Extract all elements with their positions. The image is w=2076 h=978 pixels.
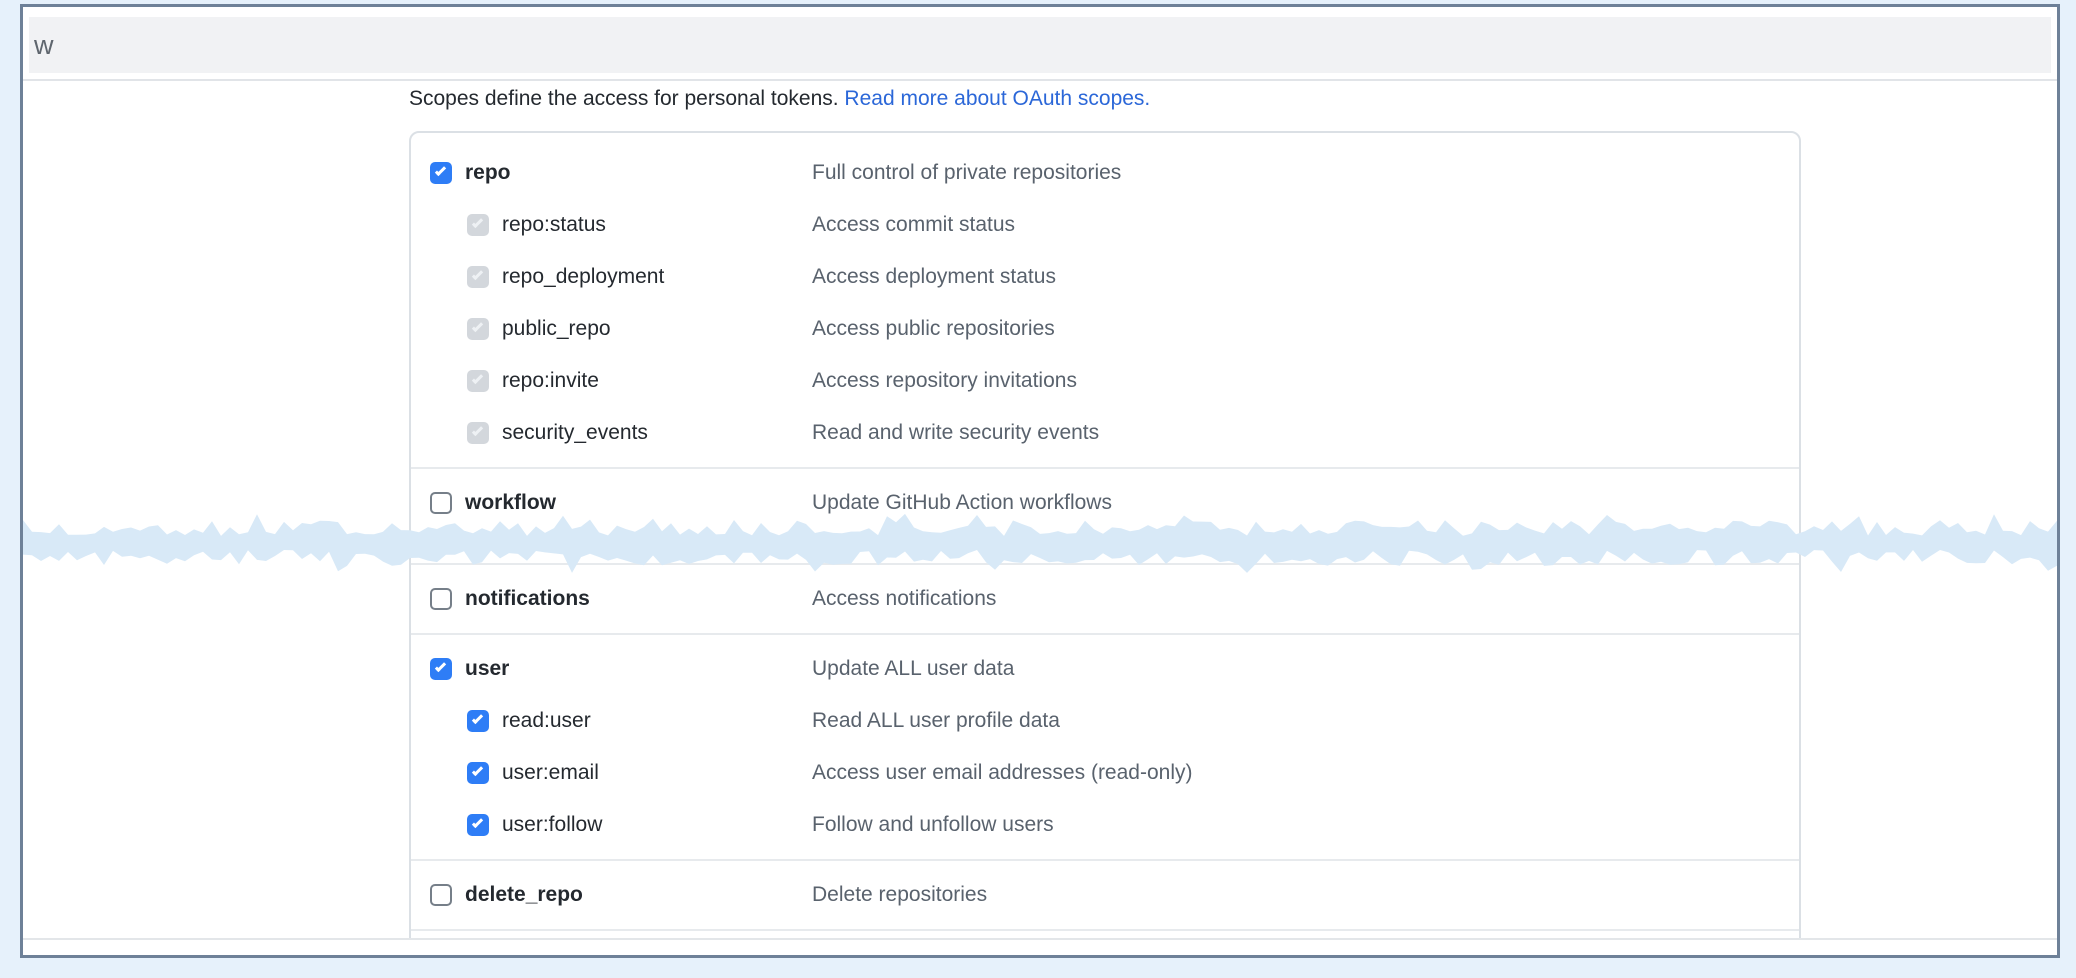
repo:invite-checkbox xyxy=(467,370,489,392)
scope-label[interactable]: repo:invite xyxy=(502,369,599,393)
repo_deployment-checkbox xyxy=(467,266,489,288)
scope-row-left: user:email xyxy=(411,761,812,785)
check-icon xyxy=(472,765,483,776)
scope-row: repo:status Access commit status xyxy=(411,199,1799,251)
scope-row-left: repo xyxy=(411,161,812,185)
scope-row-left: read:user xyxy=(411,709,812,733)
scope-label[interactable]: public_repo xyxy=(502,317,611,341)
check-icon xyxy=(435,165,446,176)
scope-description: Full control of private repositories xyxy=(812,161,1121,185)
scope-row-left: security_events xyxy=(411,421,812,445)
scope-description: Follow and unfollow users xyxy=(812,813,1054,837)
check-icon xyxy=(435,661,446,672)
scope-section: delete_repo Delete repositories xyxy=(411,859,1799,929)
scope-label[interactable]: delete_repo xyxy=(465,883,583,907)
scope-row: read:user Read ALL user profile data xyxy=(411,695,1799,747)
torn-gap xyxy=(411,537,1799,563)
scope-row: workflow Update GitHub Action workflows xyxy=(411,477,1799,529)
scopes-box: repo Full control of private repositorie… xyxy=(409,131,1801,938)
scope-label[interactable]: repo:status xyxy=(502,213,606,237)
scope-row-left: user xyxy=(411,657,812,681)
scope-label[interactable]: security_events xyxy=(502,421,648,445)
scope-description: Update GitHub Action workflows xyxy=(812,491,1112,515)
scope-description: Access notifications xyxy=(812,587,996,611)
scope-row: user Update ALL user data xyxy=(411,643,1799,695)
workflow-checkbox[interactable] xyxy=(430,492,452,514)
page: w Scopes define the access for personal … xyxy=(23,7,2057,955)
check-icon xyxy=(472,817,483,828)
page-content: w Scopes define the access for personal … xyxy=(23,7,2057,938)
check-icon xyxy=(472,373,483,384)
scope-label[interactable]: repo xyxy=(465,161,511,185)
user-checkbox[interactable] xyxy=(430,658,452,680)
scope-row-left: public_repo xyxy=(411,317,812,341)
scope-row: repo Full control of private repositorie… xyxy=(411,147,1799,199)
scope-section: user Update ALL user data read:user Read… xyxy=(411,633,1799,859)
scope-description: Access public repositories xyxy=(812,317,1055,341)
scope-row-left: notifications xyxy=(411,587,812,611)
public_repo-checkbox xyxy=(467,318,489,340)
scope-row-left: repo:status xyxy=(411,213,812,237)
user:email-checkbox[interactable] xyxy=(467,762,489,784)
delete_repo-checkbox[interactable] xyxy=(430,884,452,906)
scope-row: repo:invite Access repository invitation… xyxy=(411,355,1799,407)
scope-description: Access user email addresses (read-only) xyxy=(812,761,1192,785)
header-divider xyxy=(23,79,2057,81)
scope-row-left: user:follow xyxy=(411,813,812,837)
check-icon xyxy=(472,321,483,332)
header-title: w xyxy=(34,30,54,60)
scope-row-left: repo:invite xyxy=(411,369,812,393)
scope-label[interactable]: user:follow xyxy=(502,813,602,837)
scope-label[interactable]: user:email xyxy=(502,761,599,785)
scope-row: delete_repo Delete repositories xyxy=(411,869,1799,921)
security_events-checkbox xyxy=(467,422,489,444)
header-bar: w xyxy=(29,17,2051,73)
scope-description: Read and write security events xyxy=(812,421,1099,445)
scope-description: Delete repositories xyxy=(812,883,987,907)
scope-row: user:follow Follow and unfollow users xyxy=(411,799,1799,851)
scope-row-left: workflow xyxy=(411,491,812,515)
scope-description: Access commit status xyxy=(812,213,1015,237)
notifications-checkbox[interactable] xyxy=(430,588,452,610)
scope-row: notifications Access notifications xyxy=(411,573,1799,625)
check-icon xyxy=(472,269,483,280)
scope-label[interactable]: workflow xyxy=(465,491,556,515)
scope-description: Read ALL user profile data xyxy=(812,709,1060,733)
scope-description: Update ALL user data xyxy=(812,657,1014,681)
scopes-intro-text: Scopes define the access for personal to… xyxy=(409,87,844,110)
scope-row-left: delete_repo xyxy=(411,883,812,907)
scope-section: notifications Access notifications xyxy=(411,563,1799,633)
scope-label[interactable]: repo_deployment xyxy=(502,265,664,289)
scope-row: user:email Access user email addresses (… xyxy=(411,747,1799,799)
scope-section: workflow Update GitHub Action workflows xyxy=(411,467,1799,537)
scope-row-left: repo_deployment xyxy=(411,265,812,289)
scope-label[interactable]: read:user xyxy=(502,709,591,733)
scope-row: public_repo Access public repositories xyxy=(411,303,1799,355)
content-cut-line xyxy=(23,938,2057,940)
user:follow-checkbox[interactable] xyxy=(467,814,489,836)
scope-section: repo Full control of private repositorie… xyxy=(411,133,1799,467)
scope-label[interactable]: notifications xyxy=(465,587,590,611)
repo:status-checkbox xyxy=(467,214,489,236)
check-icon xyxy=(472,217,483,228)
scope-section xyxy=(411,929,1799,938)
oauth-scopes-link[interactable]: Read more about OAuth scopes. xyxy=(844,87,1150,110)
scope-description: Access repository invitations xyxy=(812,369,1077,393)
scope-description: Access deployment status xyxy=(812,265,1056,289)
repo-checkbox[interactable] xyxy=(430,162,452,184)
read:user-checkbox[interactable] xyxy=(467,710,489,732)
screenshot-root: { "header": { "title": "w" }, "intro": {… xyxy=(0,0,2076,978)
check-icon xyxy=(472,713,483,724)
scope-row: repo_deployment Access deployment status xyxy=(411,251,1799,303)
check-icon xyxy=(472,425,483,436)
scope-label[interactable]: user xyxy=(465,657,509,681)
scope-row: security_events Read and write security … xyxy=(411,407,1799,459)
scopes-intro: Scopes define the access for personal to… xyxy=(409,83,1150,114)
